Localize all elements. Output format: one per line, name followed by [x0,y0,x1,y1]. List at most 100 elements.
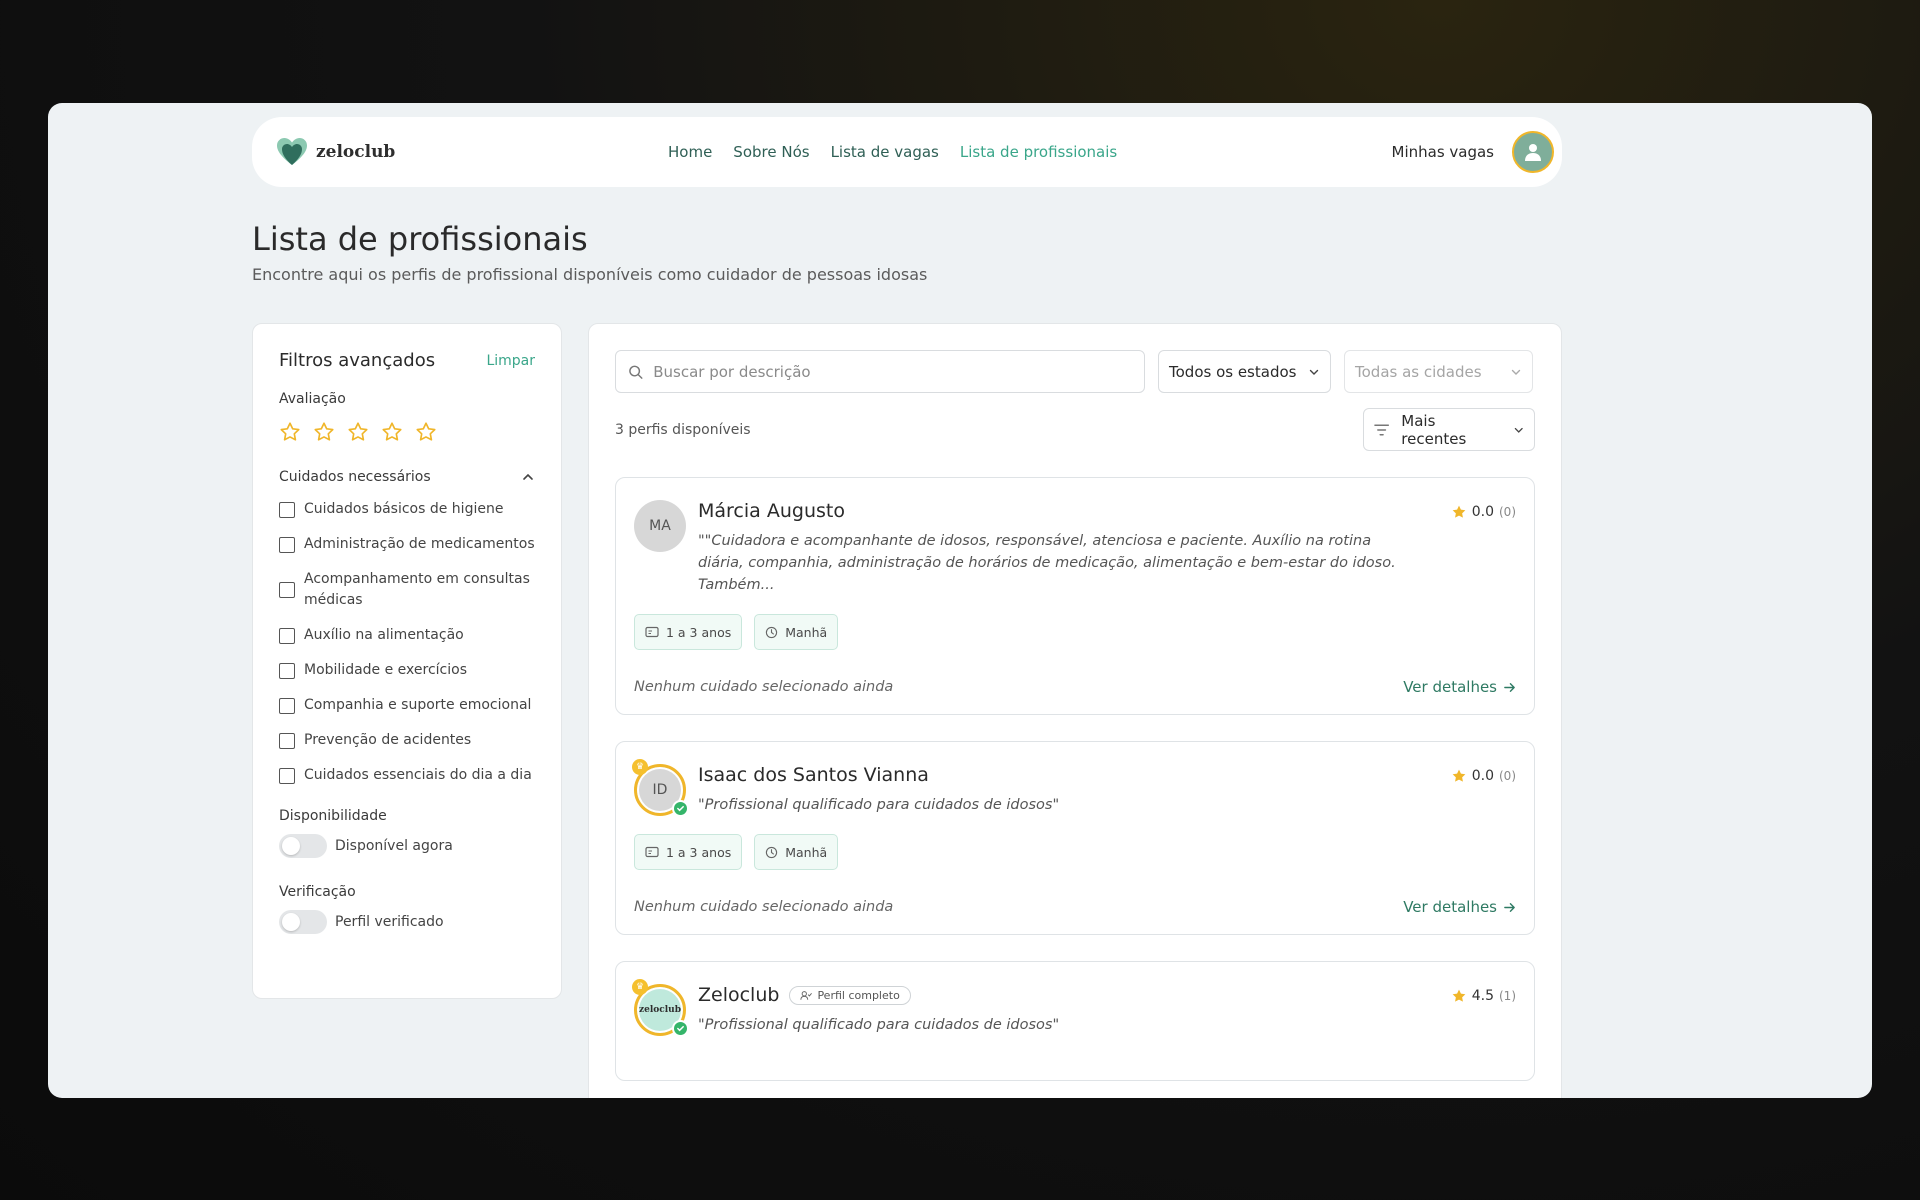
search-box [615,350,1145,393]
state-select[interactable]: Todos os estados [1158,350,1331,393]
shift-tag: Manhã [754,614,839,650]
rating-stars [279,421,535,443]
nav-link-home[interactable]: Home [668,143,712,161]
user-avatar[interactable] [1512,131,1554,173]
care-option-mobility[interactable]: Mobilidade e exercícios [279,660,535,681]
star-1-icon[interactable] [279,421,301,443]
verification-label: Verificação [279,884,356,900]
search-icon [629,365,643,379]
professional-name: Márcia Augusto [698,500,845,522]
clear-filters-button[interactable]: Limpar [486,353,535,369]
chevron-up-icon [523,473,533,480]
nav-link-about[interactable]: Sobre Nós [733,143,809,161]
state-select-value: Todos os estados [1169,362,1297,381]
care-checklist: Cuidados básicos de higiene Administraçã… [279,499,535,786]
star-3-icon[interactable] [347,421,369,443]
care-option-label: Administração de medicamentos [304,536,535,552]
nav-link-jobs[interactable]: Lista de vagas [831,143,939,161]
care-section-toggle[interactable]: Cuidados necessários [279,469,535,485]
crown-icon: ♛ [632,979,648,995]
care-option-label: Cuidados essenciais do dia a dia [304,767,532,783]
brand-name: zeloclub [316,142,396,162]
care-option-feeding[interactable]: Auxílio na alimentação [279,625,535,646]
id-card-icon [645,626,659,638]
card-header: zeloclub ♛ Zeloclub Perfil completo "Pro… [632,979,1516,1037]
search-input[interactable] [653,362,1132,381]
rating-count: (0) [1499,505,1516,519]
chevron-down-icon [1511,369,1521,375]
nav-links: Home Sobre Nós Lista de vagas Lista de p… [668,117,1117,187]
availability-toggle[interactable] [279,834,327,858]
card-footer: Nenhum cuidado selecionado ainda Ver det… [634,898,1516,916]
complete-profile-label: Perfil completo [817,988,900,1002]
professional-card: MA Márcia Augusto ""Cuidadora e acompanh… [615,477,1535,715]
card-footer: Nenhum cuidado selecionado ainda Ver det… [634,678,1516,696]
professional-card: zeloclub ♛ Zeloclub Perfil completo "Pro… [615,961,1535,1081]
rating-label: Avaliação [279,391,346,407]
crown-icon: ♛ [632,759,648,775]
clock-icon [766,846,778,858]
rating-count: (0) [1499,769,1516,783]
clock-icon [766,626,778,638]
checkbox[interactable] [279,732,295,749]
care-option-hygiene[interactable]: Cuidados básicos de higiene [279,499,535,520]
my-jobs-link[interactable]: Minhas vagas [1392,143,1495,161]
sort-select[interactable]: Mais recentes [1363,408,1535,451]
care-option-label: Cuidados básicos de higiene [304,501,504,517]
care-option-label: Prevenção de acidentes [304,732,472,748]
filters-title: Filtros avançados [279,350,436,371]
star-4-icon[interactable] [381,421,403,443]
care-option-medication[interactable]: Administração de medicamentos [279,534,535,555]
checkbox[interactable] [279,697,295,714]
availability-toggle-row: Disponível agora [279,834,535,858]
checkbox[interactable] [279,536,295,553]
care-option-accident-prevention[interactable]: Prevenção de acidentes [279,730,535,751]
star-filled-icon [1452,769,1466,782]
experience-text: 1 a 3 anos [666,624,732,640]
checkbox[interactable] [279,501,295,518]
filters-sidebar: Filtros avançados Limpar Avaliação Cuida… [252,323,562,999]
checkbox[interactable] [279,627,295,644]
card-header: ID ♛ Isaac dos Santos Vianna "Profission… [632,759,1516,817]
chevron-down-icon [1309,369,1319,375]
search-filters-row: Todos os estados Todas as cidades [615,350,1535,393]
brand-logo[interactable]: zeloclub [276,137,395,167]
checkbox[interactable] [279,582,295,598]
care-option-companionship[interactable]: Companhia e suporte emocional [279,695,535,716]
care-summary: Nenhum cuidado selecionado ainda [634,899,894,915]
verification-toggle-label: Perfil verificado [335,914,444,930]
checkbox[interactable] [279,662,295,679]
card-info: Isaac dos Santos Vianna "Profissional qu… [698,764,1516,816]
shift-text: Manhã [785,844,828,860]
care-option-label: Mobilidade e exercícios [304,662,467,678]
avatar: MA [634,500,686,552]
care-option-essential[interactable]: Cuidados essenciais do dia a dia [279,765,535,786]
star-2-icon[interactable] [313,421,335,443]
user-icon [1525,144,1541,161]
card-tags: 1 a 3 anos Manhã [634,834,1516,870]
checkbox[interactable] [279,767,295,784]
professional-description: "Profissional qualificado para cuidados … [698,797,1060,813]
professional-name: Zeloclub [698,984,780,1006]
view-details-button[interactable]: Ver detalhes [1403,898,1516,916]
results-bar: 3 perfis disponíveis Mais recentes [615,408,1535,451]
city-select-value: Todas as cidades [1355,362,1482,381]
view-details-button[interactable]: Ver detalhes [1403,678,1516,696]
top-navbar: zeloclub Home Sobre Nós Lista de vagas L… [252,117,1562,187]
city-select[interactable]: Todas as cidades [1344,350,1533,393]
view-details-label: Ver detalhes [1403,678,1497,696]
star-5-icon[interactable] [415,421,437,443]
page-title: Lista de profissionais [252,220,588,258]
filters-header: Filtros avançados Limpar [279,350,535,371]
filter-lines-icon [1374,424,1390,435]
nav-link-professionals[interactable]: Lista de profissionais [960,143,1117,161]
verification-toggle[interactable] [279,910,327,934]
verified-icon [672,800,689,817]
card-name-row: Isaac dos Santos Vianna [698,764,1516,786]
shift-text: Manhã [785,624,828,640]
chevron-down-icon [1514,427,1523,433]
avatar: zeloclub ♛ [632,979,689,1037]
care-option-appointments[interactable]: Acompanhamento em consultas médicas [279,569,535,611]
verification-toggle-row: Perfil verificado [279,910,535,934]
verified-icon [672,1020,689,1037]
